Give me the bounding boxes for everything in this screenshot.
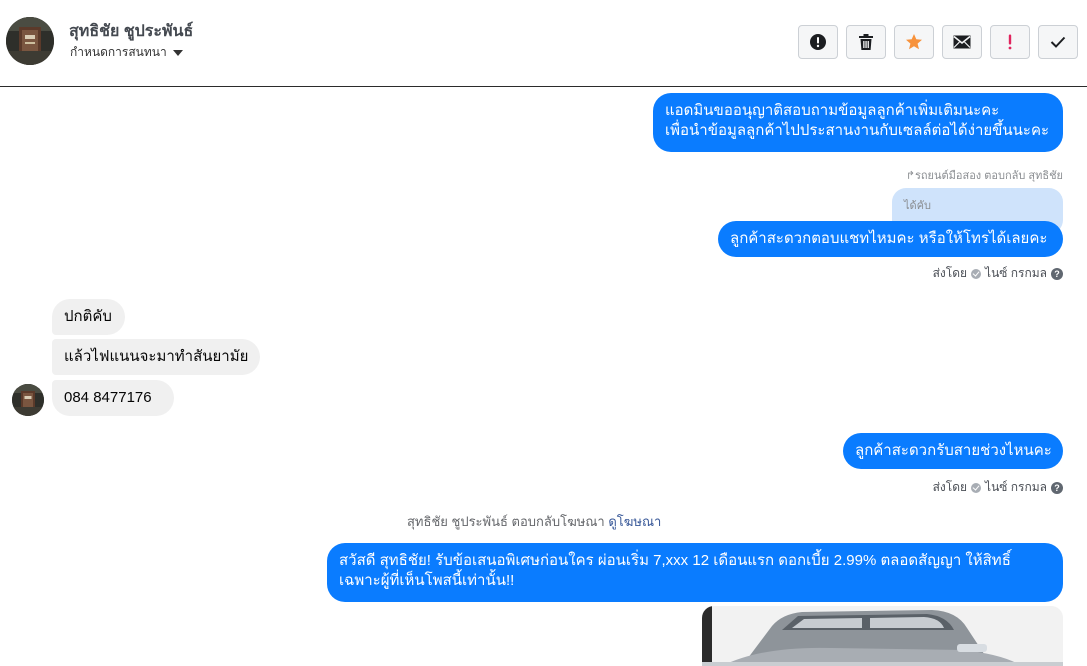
message-text-line: เพื่อนำข้อมูลลูกค้าไปประสานงานกับเซลล์ต่… (665, 122, 1050, 139)
quoted-message-text: ได้คับ (904, 200, 932, 212)
mark-done-button[interactable] (1038, 25, 1078, 59)
exclamation-icon (1008, 34, 1012, 50)
verified-icon (971, 268, 982, 279)
message-text-line: แอดมินขออนุญาติสอบถามข้อมูลลูกค้าเพิ่มเต… (665, 102, 1000, 119)
message-text: ปกติคับ (64, 308, 112, 325)
view-ad-link[interactable]: ดูโฆษณา (608, 514, 661, 529)
message-text: แล้วไฟแนนจะมาทำสันยามัย (64, 348, 249, 365)
conversation-header: สุทธิชัย ชูประพันธ์ กำหนดการสนทนา (0, 0, 1087, 87)
reply-note-text: รถยนต์มือสอง ตอบกลับ สุทธิชัย (914, 170, 1063, 182)
outgoing-message[interactable]: ลูกค้าสะดวกรับสายช่วงไหนคะ (843, 433, 1063, 469)
sent-by-info: ส่งโดย ไนซ์ กรกมล ? (933, 478, 1063, 497)
mark-important-button[interactable] (990, 25, 1030, 59)
contact-avatar[interactable] (6, 17, 54, 65)
sent-by-label: ส่งโดย (932, 266, 968, 280)
outgoing-message[interactable]: แอดมินขออนุญาติสอบถามข้อมูลลูกค้าเพิ่มเต… (653, 93, 1063, 152)
sender-name: ไนซ์ กรกมล (985, 266, 1047, 280)
ad-reply-notice: สุทธิชัย ชูประพันธ์ ตอบกลับโฆษณา ดูโฆษณา (407, 511, 661, 532)
alert-circle-icon (810, 34, 826, 50)
contact-name[interactable]: สุทธิชัย ชูประพันธ์ (69, 19, 193, 44)
car-photo-attachment[interactable] (702, 606, 1063, 666)
message-text: 084 8477176 (64, 389, 152, 406)
reply-note: ↱รถยนต์มือสอง ตอบกลับ สุทธิชัย (906, 166, 1063, 184)
conversation-settings-label: กำหนดการสนทนา (70, 45, 167, 59)
verified-icon (971, 482, 982, 493)
star-button[interactable] (894, 25, 934, 59)
sent-by-label: ส่งโดย (932, 480, 968, 494)
help-icon[interactable]: ? (1051, 481, 1063, 494)
help-icon[interactable]: ? (1051, 267, 1063, 280)
contact-avatar-small[interactable] (12, 384, 44, 416)
message-text: ลูกค้าสะดวกรับสายช่วงไหนคะ (855, 442, 1052, 459)
ad-reply-text: สุทธิชัย ชูประพันธ์ ตอบกลับโฆษณา (407, 514, 605, 529)
message-text: ลูกค้าสะดวกตอบแชทไหมคะ หรือให้โทรได้เลยค… (730, 230, 1048, 247)
outgoing-message[interactable]: ลูกค้าสะดวกตอบแชทไหมคะ หรือให้โทรได้เลยค… (718, 221, 1063, 257)
delete-button[interactable] (846, 25, 886, 59)
sent-by-info: ส่งโดย ไนซ์ กรกมล ? (933, 264, 1063, 283)
conversation-settings-dropdown[interactable]: กำหนดการสนทนา (70, 43, 183, 62)
check-icon (1050, 36, 1066, 48)
sender-name: ไนซ์ กรกมล (985, 480, 1047, 494)
mark-unread-button[interactable] (942, 25, 982, 59)
reply-arrow-icon: ↱ (905, 170, 915, 182)
incoming-message[interactable]: ปกติคับ (52, 299, 125, 335)
incoming-message[interactable]: แล้วไฟแนนจะมาทำสันยามัย (52, 339, 260, 375)
message-text-line: เฉพาะผู้ที่เห็นโพสนี้เท่านั้น!! (339, 572, 515, 589)
report-spam-button[interactable] (798, 25, 838, 59)
message-text-line: สวัสดี สุทธิชัย! รับข้อเสนอพิเศษก่อนใคร … (339, 552, 1011, 569)
trash-icon (859, 34, 873, 50)
caret-down-icon (172, 50, 183, 56)
star-icon (906, 34, 922, 50)
outgoing-message[interactable]: สวัสดี สุทธิชัย! รับข้อเสนอพิเศษก่อนใคร … (327, 543, 1063, 602)
car-photo (702, 606, 1063, 666)
conversation-toolbar (798, 25, 1078, 59)
incoming-message[interactable]: 084 8477176 (52, 380, 174, 416)
envelope-icon (953, 35, 971, 49)
